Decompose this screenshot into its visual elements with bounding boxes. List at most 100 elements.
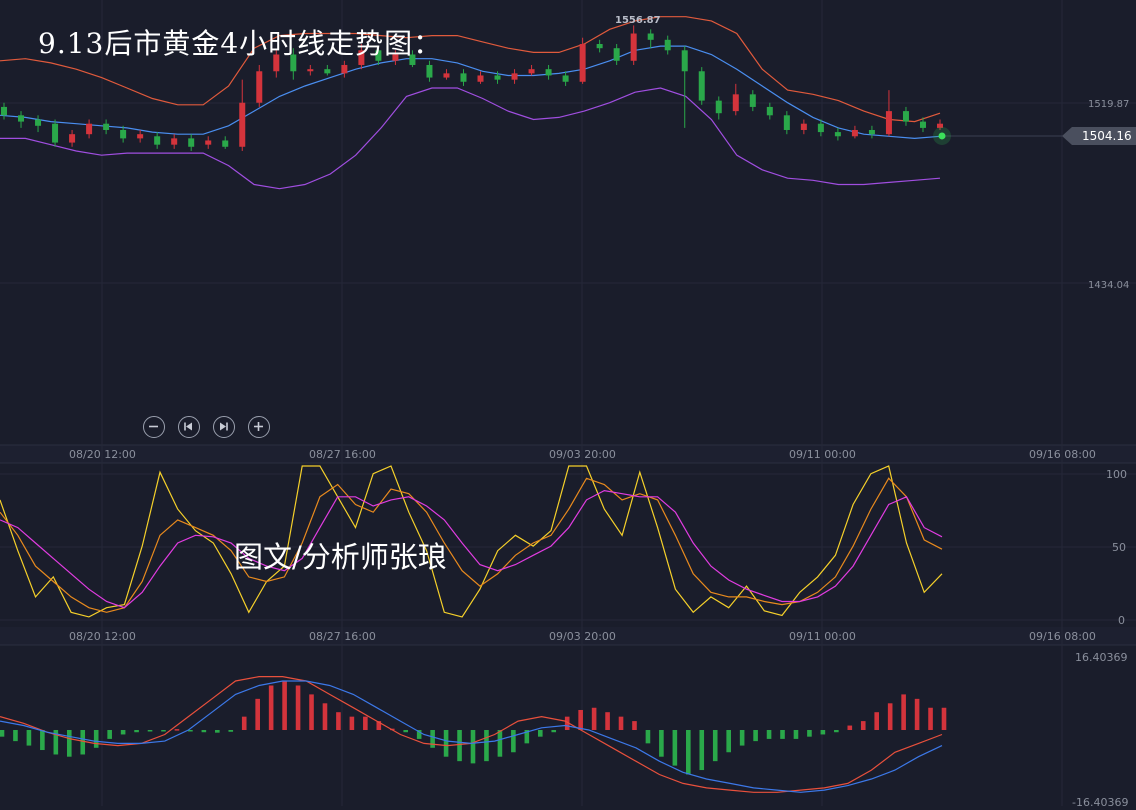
candle-body [103, 123, 110, 130]
macd-histogram-bar [430, 730, 435, 748]
macd-histogram-bar [672, 730, 678, 766]
macd-histogram-bar [134, 730, 139, 733]
macd-histogram-bar [228, 730, 234, 732]
candle-body [1, 106, 7, 116]
candle-body [154, 136, 161, 145]
macd-histogram-bar [403, 730, 409, 733]
macd-histogram-bar [511, 730, 516, 753]
candle-body [460, 73, 467, 82]
chart-stage: 1504.16 1519.87 1434.04 1556.87 08/20 12:00 0… [0, 0, 1136, 809]
macd-histogram-bar [457, 730, 462, 762]
macd-histogram-bar [753, 730, 758, 742]
macd-histogram-bar [686, 730, 691, 775]
macd-histogram-bar [820, 730, 826, 735]
candle-body [511, 73, 518, 80]
macd-histogram-bar [928, 707, 933, 730]
kdj-tick-label: 0 [1118, 614, 1125, 627]
macd-histogram-bar [834, 730, 839, 733]
macd-histogram-bar [13, 730, 18, 742]
time-tick-label: 09/16 08:00 [1029, 448, 1096, 461]
candle-body [885, 111, 892, 135]
candle-body [222, 140, 229, 147]
candle-body [528, 69, 535, 74]
macd-histogram-bar [605, 712, 610, 730]
watermark-text: 图文/分析师张琅 [234, 540, 447, 574]
macd-histogram-bar [780, 730, 785, 739]
kdj-tick-label: 50 [1112, 541, 1126, 554]
candle-body [800, 123, 807, 130]
macd-histogram-bar [322, 703, 328, 730]
candle-body [919, 121, 926, 128]
candle-body [545, 69, 552, 76]
candle-body [766, 106, 773, 116]
macd-histogram-bar [847, 725, 853, 730]
step-forward-button[interactable] [213, 416, 235, 438]
macd-histogram-bar [578, 709, 583, 730]
macd-histogram-bar [470, 730, 476, 764]
macd-histogram-bar [914, 698, 920, 730]
candle-body [494, 75, 501, 80]
candle-body [579, 44, 586, 82]
skip-back-icon [184, 422, 192, 431]
candle-body [902, 111, 909, 122]
zoom-out-button[interactable] [143, 416, 165, 438]
candle-body [477, 75, 484, 82]
zoom-in-button[interactable] [248, 416, 270, 438]
step-back-button[interactable] [178, 416, 200, 438]
candle-body [239, 102, 246, 147]
macd-histogram-bar [887, 703, 893, 730]
macd-tick-top: 16.40369 [1075, 651, 1128, 664]
candle-body [324, 69, 331, 74]
chart-canvas[interactable]: 1504.16 1519.87 1434.04 1556.87 08/20 12:00 0… [0, 0, 1136, 809]
candle-body [18, 115, 25, 122]
candle-body [120, 129, 127, 139]
macd-histogram-bar [618, 716, 624, 730]
chart-title: 9.13后市黄金4小时线走势图： [38, 27, 443, 60]
candle-body [630, 33, 637, 61]
macd-histogram-bar [484, 730, 489, 762]
candle-body [137, 134, 144, 139]
candle-body [341, 64, 348, 74]
macd-histogram-bar [336, 712, 341, 730]
candle-body [35, 119, 42, 126]
macd-histogram-bar [255, 698, 260, 730]
macd-histogram-bar [215, 730, 220, 733]
macd-histogram-bar [174, 729, 180, 731]
candle-body [596, 44, 603, 49]
candle-body [732, 94, 739, 112]
macd-histogram-bar [659, 730, 664, 757]
macd-histogram-bar [712, 730, 718, 762]
current-price-dot [938, 132, 946, 140]
macd-histogram-bar [66, 730, 72, 757]
time-tick-label: 08/20 12:00 [69, 448, 136, 461]
candle-body [307, 69, 314, 72]
candle-body [171, 138, 178, 145]
macd-histogram-bar [161, 730, 166, 732]
candle-body [562, 75, 569, 82]
candle-body [86, 123, 93, 135]
candle-body [868, 129, 875, 135]
macd-histogram-bar [309, 694, 314, 730]
macd-histogram-bar [874, 712, 880, 730]
macd-histogram-bar [766, 730, 772, 739]
macd-histogram-bar [349, 716, 355, 730]
macd-histogram-bar [793, 730, 799, 739]
macd-histogram-bar [147, 730, 153, 732]
candle-body [188, 138, 195, 147]
macd-histogram-bar [80, 730, 86, 755]
macd-histogram-bar [901, 694, 906, 730]
macd-histogram-bar [0, 730, 5, 737]
macd-histogram-bar [93, 730, 99, 748]
candle-body [783, 115, 790, 130]
plus-icon [254, 422, 263, 431]
candle-body [613, 48, 620, 61]
candle-body [664, 39, 671, 51]
macd-histogram-bar [268, 685, 274, 730]
time-tick-label: 08/27 16:00 [309, 630, 376, 643]
candle-body [715, 100, 722, 114]
macd-tick-bottom: -16.40369 [1072, 796, 1128, 806]
candle-body [647, 33, 654, 40]
skip-forward-icon [220, 422, 228, 431]
price-tick-upper: 1519.87 [1088, 99, 1129, 110]
macd-histogram-bar [120, 730, 126, 735]
